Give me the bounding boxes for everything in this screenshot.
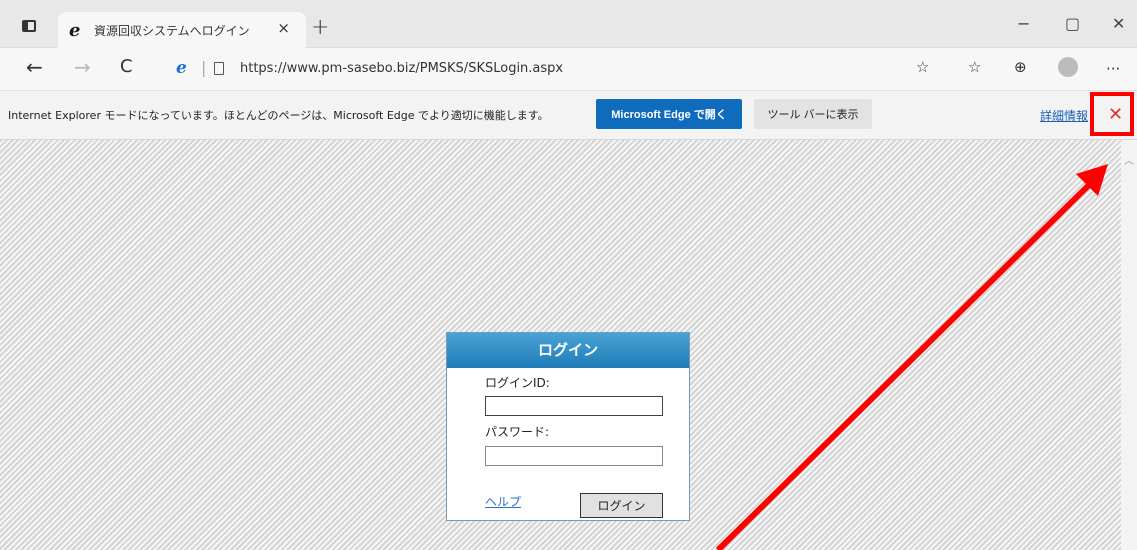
login-id-label: ログインID: [485,376,550,390]
tab-close-icon[interactable]: × [277,19,290,37]
ie-mode-icon[interactable]: e [176,58,187,78]
address-toolbar: ← → C e | https://www.pm-sasebo.biz/PMSK… [0,48,1137,91]
tab-title: 資源回収システムへログイン [94,24,250,38]
active-tab[interactable]: e 資源回収システムへログイン × [58,12,306,48]
url-text[interactable]: https://www.pm-sasebo.biz/PMSKS/SKSLogin… [240,61,563,76]
add-favorite-icon[interactable]: ☆ [916,58,929,76]
highlight-box [1090,92,1134,136]
infobar-message: Internet Explorer モードになっています。ほとんどのページは、M… [8,109,549,122]
open-in-edge-button[interactable]: Microsoft Edge で開く [596,99,742,129]
login-panel: ログイン ログインID: パスワード: ヘルプ ログイン [446,332,690,521]
collections-icon[interactable]: ⊕ [1014,58,1027,76]
refresh-icon[interactable]: C [120,56,133,77]
profile-avatar[interactable] [1058,57,1078,77]
minimize-icon[interactable]: − [1017,14,1030,33]
window-close-icon[interactable]: ✕ [1112,14,1125,33]
new-tab-button[interactable]: + [311,15,329,40]
tab-bar: e 資源回収システムへログイン × + − ▢ ✕ [0,0,1137,48]
password-label: パスワード: [485,425,550,439]
maximize-icon[interactable]: ▢ [1065,14,1080,33]
login-button[interactable]: ログイン [580,493,663,518]
login-header: ログイン [447,333,689,368]
forward-icon[interactable]: → [74,55,91,79]
favorites-icon[interactable]: ☆ [968,58,981,76]
ie-mode-infobar: Internet Explorer モードになっています。ほとんどのページは、M… [0,91,1137,140]
back-icon[interactable]: ← [26,55,43,79]
ie-favicon-icon: e [69,20,81,41]
divider: | [201,58,207,77]
tab-actions-icon[interactable] [22,20,36,32]
password-input[interactable] [485,446,663,466]
page-info-icon[interactable] [214,62,224,75]
address-bar[interactable]: e | https://www.pm-sasebo.biz/PMSKS/SKSL… [168,54,900,84]
more-menu-icon[interactable]: ··· [1106,60,1120,78]
scrollbar[interactable]: ︿ [1121,140,1137,550]
login-id-input[interactable] [485,396,663,416]
scroll-up-icon[interactable]: ︿ [1124,152,1134,167]
details-link[interactable]: 詳細情報 [1040,107,1088,124]
show-in-toolbar-button[interactable]: ツール バーに表示 [754,99,872,129]
help-link[interactable]: ヘルプ [485,493,521,510]
